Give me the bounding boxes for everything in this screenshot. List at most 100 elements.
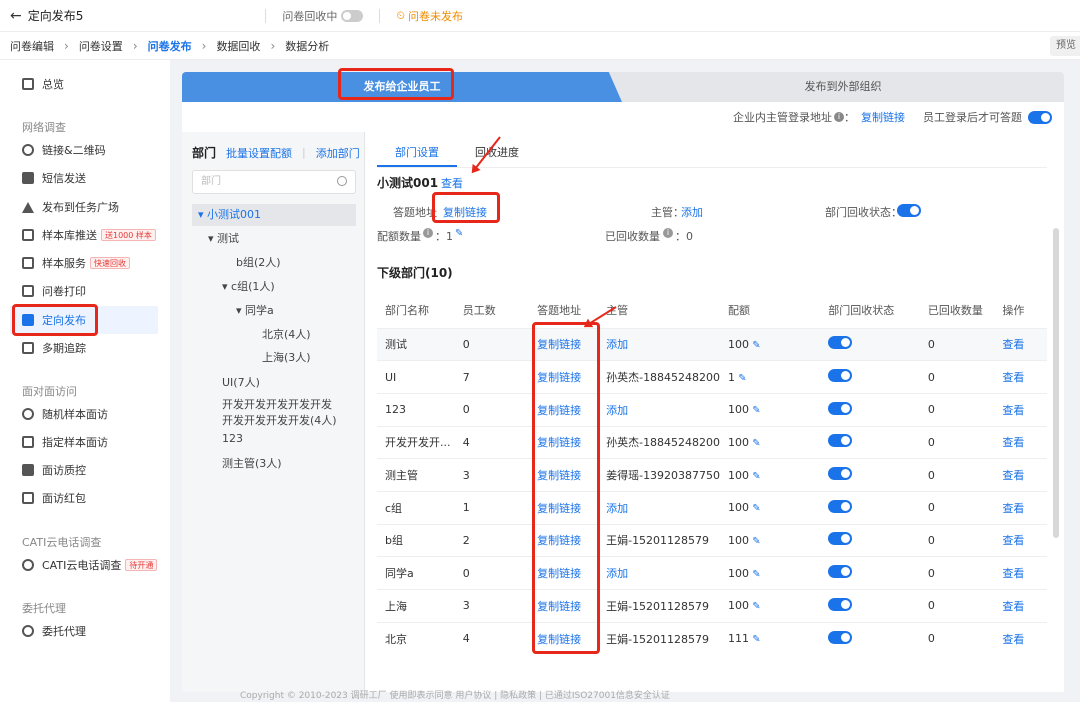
recv-state-toggle[interactable] xyxy=(828,434,853,448)
pencil-icon[interactable]: ✎ xyxy=(455,228,463,239)
sidebar-item-assigned-f2f[interactable]: 指定样本面访 xyxy=(10,428,158,456)
sidebar-item-sms[interactable]: 短信发送 xyxy=(10,164,158,192)
section-f2f: 面对面访问 xyxy=(22,385,77,398)
dept-recv-toggle[interactable] xyxy=(897,204,921,217)
add-dept-link[interactable]: 添加部门 xyxy=(316,145,360,161)
view-link[interactable]: 查看 xyxy=(994,458,1047,492)
login-required-toggle[interactable] xyxy=(1028,110,1052,124)
dept-name-cell: 同学a xyxy=(377,556,455,590)
tree-node-manager[interactable]: 测主管(3人) xyxy=(222,455,282,471)
tree-node-c[interactable]: ▾ c组(1人) xyxy=(222,278,275,294)
info-icon: i xyxy=(834,112,844,122)
recv-state-cell xyxy=(820,490,920,525)
dept-name-cell: c组 xyxy=(377,490,455,525)
recv-state-toggle[interactable] xyxy=(828,597,853,611)
recv-state-toggle[interactable] xyxy=(828,499,853,513)
tree-node-b[interactable]: b组(2人) xyxy=(236,254,281,270)
pencil-icon[interactable]: ✎ xyxy=(749,471,760,482)
add-manager-link[interactable]: 添加 xyxy=(681,204,703,220)
chevron-right-icon: › xyxy=(132,38,138,53)
tab-dept-settings[interactable]: 部门设置 xyxy=(377,142,457,167)
preview-button[interactable]: 预览 xyxy=(1050,36,1080,56)
recv-toggle[interactable] xyxy=(341,9,364,22)
pencil-icon[interactable]: ✎ xyxy=(749,405,760,416)
step-publish[interactable]: 问卷发布 xyxy=(148,38,192,54)
pencil-icon[interactable]: ✎ xyxy=(749,569,760,580)
step-recv[interactable]: 数据回收 xyxy=(216,38,260,54)
tree-node-classmate[interactable]: ▾ 同学a xyxy=(236,302,274,318)
recv-status: 问卷回收中 ⏲ 问卷未发布 xyxy=(253,8,463,24)
recv-state-toggle[interactable] xyxy=(828,369,853,383)
tree-label: 小测试001 xyxy=(207,208,262,221)
recv-state-toggle[interactable] xyxy=(828,336,853,350)
step-settings[interactable]: 问卷设置 xyxy=(79,38,123,54)
pencil-icon[interactable]: ✎ xyxy=(749,536,760,547)
tree-node-beijing[interactable]: 北京(4人) xyxy=(262,326,311,342)
tree-node-dev[interactable]: 开发开发开发开发开发 开发开发开发开发(4人) xyxy=(222,396,337,428)
sidebar-item-random-f2f[interactable]: 随机样本面访 xyxy=(10,400,158,428)
sidebar-item-qc[interactable]: 面访质控 xyxy=(10,456,158,484)
sidebar-item-print[interactable]: 问卷打印 xyxy=(10,277,158,305)
recv-state-cell xyxy=(820,425,920,459)
sidebar-item-redpacket[interactable]: 面访红包 xyxy=(10,484,158,512)
quota-value: 100 xyxy=(728,533,750,547)
promo-badge: 快速回收 xyxy=(90,257,130,269)
copy-login-link[interactable]: 复制链接 xyxy=(861,109,905,125)
manager-cell[interactable]: 添加 xyxy=(598,556,721,590)
sidebar-item-sample-service[interactable]: 样本服务 快速回收 xyxy=(10,249,158,277)
tree-node-123[interactable]: 123 xyxy=(222,432,243,445)
view-link[interactable]: 查看 xyxy=(994,425,1047,459)
step-analysis[interactable]: 数据分析 xyxy=(285,38,329,54)
view-link[interactable]: 查看 xyxy=(441,175,463,191)
scrollbar[interactable] xyxy=(1053,228,1059,538)
tab-progress[interactable]: 回收进度 xyxy=(457,142,537,167)
manager-cell[interactable]: 添加 xyxy=(598,490,721,525)
view-link[interactable]: 查看 xyxy=(994,556,1047,590)
view-link[interactable]: 查看 xyxy=(994,523,1047,557)
divider xyxy=(379,8,381,23)
tree-node-root[interactable]: ▾ 小测试001 xyxy=(192,204,356,226)
sidebar-item-cati[interactable]: CATI云电话调查 待开通 xyxy=(10,551,158,579)
pencil-icon[interactable]: ✎ xyxy=(749,634,760,645)
pencil-icon[interactable]: ✎ xyxy=(749,503,760,514)
pencil-icon[interactable]: ✎ xyxy=(735,373,746,384)
pencil-icon[interactable]: ✎ xyxy=(749,340,760,351)
recv-state-cell xyxy=(820,589,920,623)
column-header: 配额 xyxy=(728,303,751,317)
sidebar-item-agency[interactable]: 委托代理 xyxy=(10,617,158,645)
pencil-icon[interactable]: ✎ xyxy=(749,438,760,449)
batch-quota-link[interactable]: 批量设置配额 xyxy=(226,145,292,161)
sidebar-item-overview[interactable]: 总览 xyxy=(10,70,158,98)
view-link[interactable]: 查看 xyxy=(994,490,1047,525)
sidebar-item-multi-track[interactable]: 多期追踪 xyxy=(10,334,158,362)
dept-name-cell: 123 xyxy=(377,392,455,427)
dept-search-input[interactable]: 部门 xyxy=(192,170,356,194)
view-link[interactable]: 查看 xyxy=(994,327,1047,361)
tree-node-test[interactable]: ▾ 测试 xyxy=(208,230,239,246)
tab-external[interactable]: 发布到外部组织 xyxy=(622,72,1064,102)
step-edit[interactable]: 问卷编辑 xyxy=(10,38,54,54)
sidebar-item-link-qr[interactable]: 链接&二维码 xyxy=(10,136,158,164)
view-link[interactable]: 查看 xyxy=(994,360,1047,394)
recv-state-toggle[interactable] xyxy=(828,532,853,546)
manager-cell[interactable]: 添加 xyxy=(598,327,721,361)
recv-state-cell xyxy=(820,621,920,655)
view-link[interactable]: 查看 xyxy=(994,589,1047,623)
recv-state-toggle[interactable] xyxy=(828,565,853,579)
view-link[interactable]: 查看 xyxy=(994,392,1047,427)
recv-state-cell xyxy=(820,523,920,557)
sidebar-item-sample-push[interactable]: 样本库推送 送1000 样本 xyxy=(10,221,158,249)
recv-state-toggle[interactable] xyxy=(828,401,853,415)
tree-node-shanghai[interactable]: 上海(3人) xyxy=(262,349,311,365)
recv-state-toggle[interactable] xyxy=(828,630,853,644)
pencil-icon[interactable]: ✎ xyxy=(749,601,760,612)
dept-name-cell: 开发开发开... xyxy=(377,425,455,459)
sidebar-item-label: 短信发送 xyxy=(42,172,86,185)
manager-cell[interactable]: 添加 xyxy=(598,392,721,427)
tree-node-ui[interactable]: UI(7人) xyxy=(222,374,260,390)
sidebar-item-task-square[interactable]: 发布到任务广场 xyxy=(10,193,158,221)
view-link[interactable]: 查看 xyxy=(994,621,1047,655)
chart-icon xyxy=(22,78,34,90)
back-arrow-icon[interactable]: ← xyxy=(10,8,22,24)
recv-state-toggle[interactable] xyxy=(828,467,853,481)
